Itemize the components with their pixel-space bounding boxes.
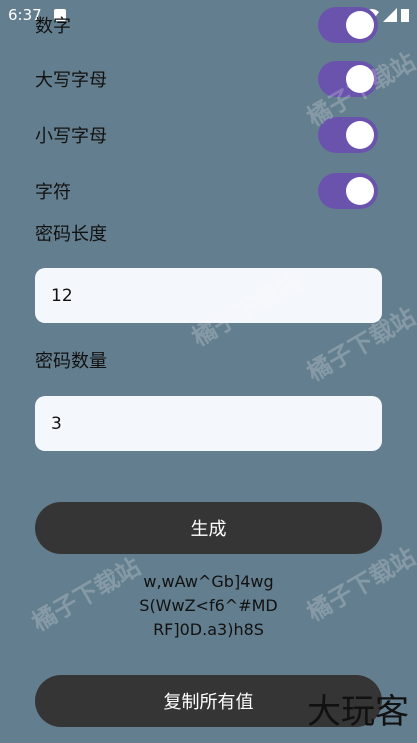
password-result: RF]0D.a3)h8S <box>153 620 264 639</box>
toggle-symbols[interactable] <box>318 173 378 209</box>
option-row-symbols: 字符 <box>0 171 417 211</box>
option-label-digits: 数字 <box>35 16 71 37</box>
option-row-digits: 数字 <box>0 5 417 45</box>
password-length-label: 密码长度 <box>35 224 107 245</box>
password-count-label: 密码数量 <box>35 351 107 372</box>
generated-passwords: w,wAw^Gb]4wg S(WwZ<f6^#MD RF]0D.a3)h8S <box>0 570 417 642</box>
option-label-symbols: 字符 <box>35 182 71 203</box>
password-result: w,wAw^Gb]4wg <box>143 572 274 591</box>
option-row-uppercase: 大写字母 <box>0 59 417 99</box>
password-length-input[interactable] <box>35 268 382 323</box>
toggle-thumb <box>346 177 374 205</box>
toggle-digits[interactable] <box>318 7 378 43</box>
password-count-input[interactable] <box>35 396 382 451</box>
toggle-thumb <box>346 65 374 93</box>
toggle-thumb <box>346 11 374 39</box>
password-result: S(WwZ<f6^#MD <box>139 596 278 615</box>
option-label-uppercase: 大写字母 <box>35 70 107 91</box>
generate-button[interactable]: 生成 <box>35 502 382 554</box>
toggle-uppercase[interactable] <box>318 61 378 97</box>
option-label-lowercase: 小写字母 <box>35 126 107 147</box>
option-row-lowercase: 小写字母 <box>0 115 417 155</box>
copy-all-button[interactable]: 复制所有值 <box>35 675 382 727</box>
toggle-thumb <box>346 121 374 149</box>
toggle-lowercase[interactable] <box>318 117 378 153</box>
